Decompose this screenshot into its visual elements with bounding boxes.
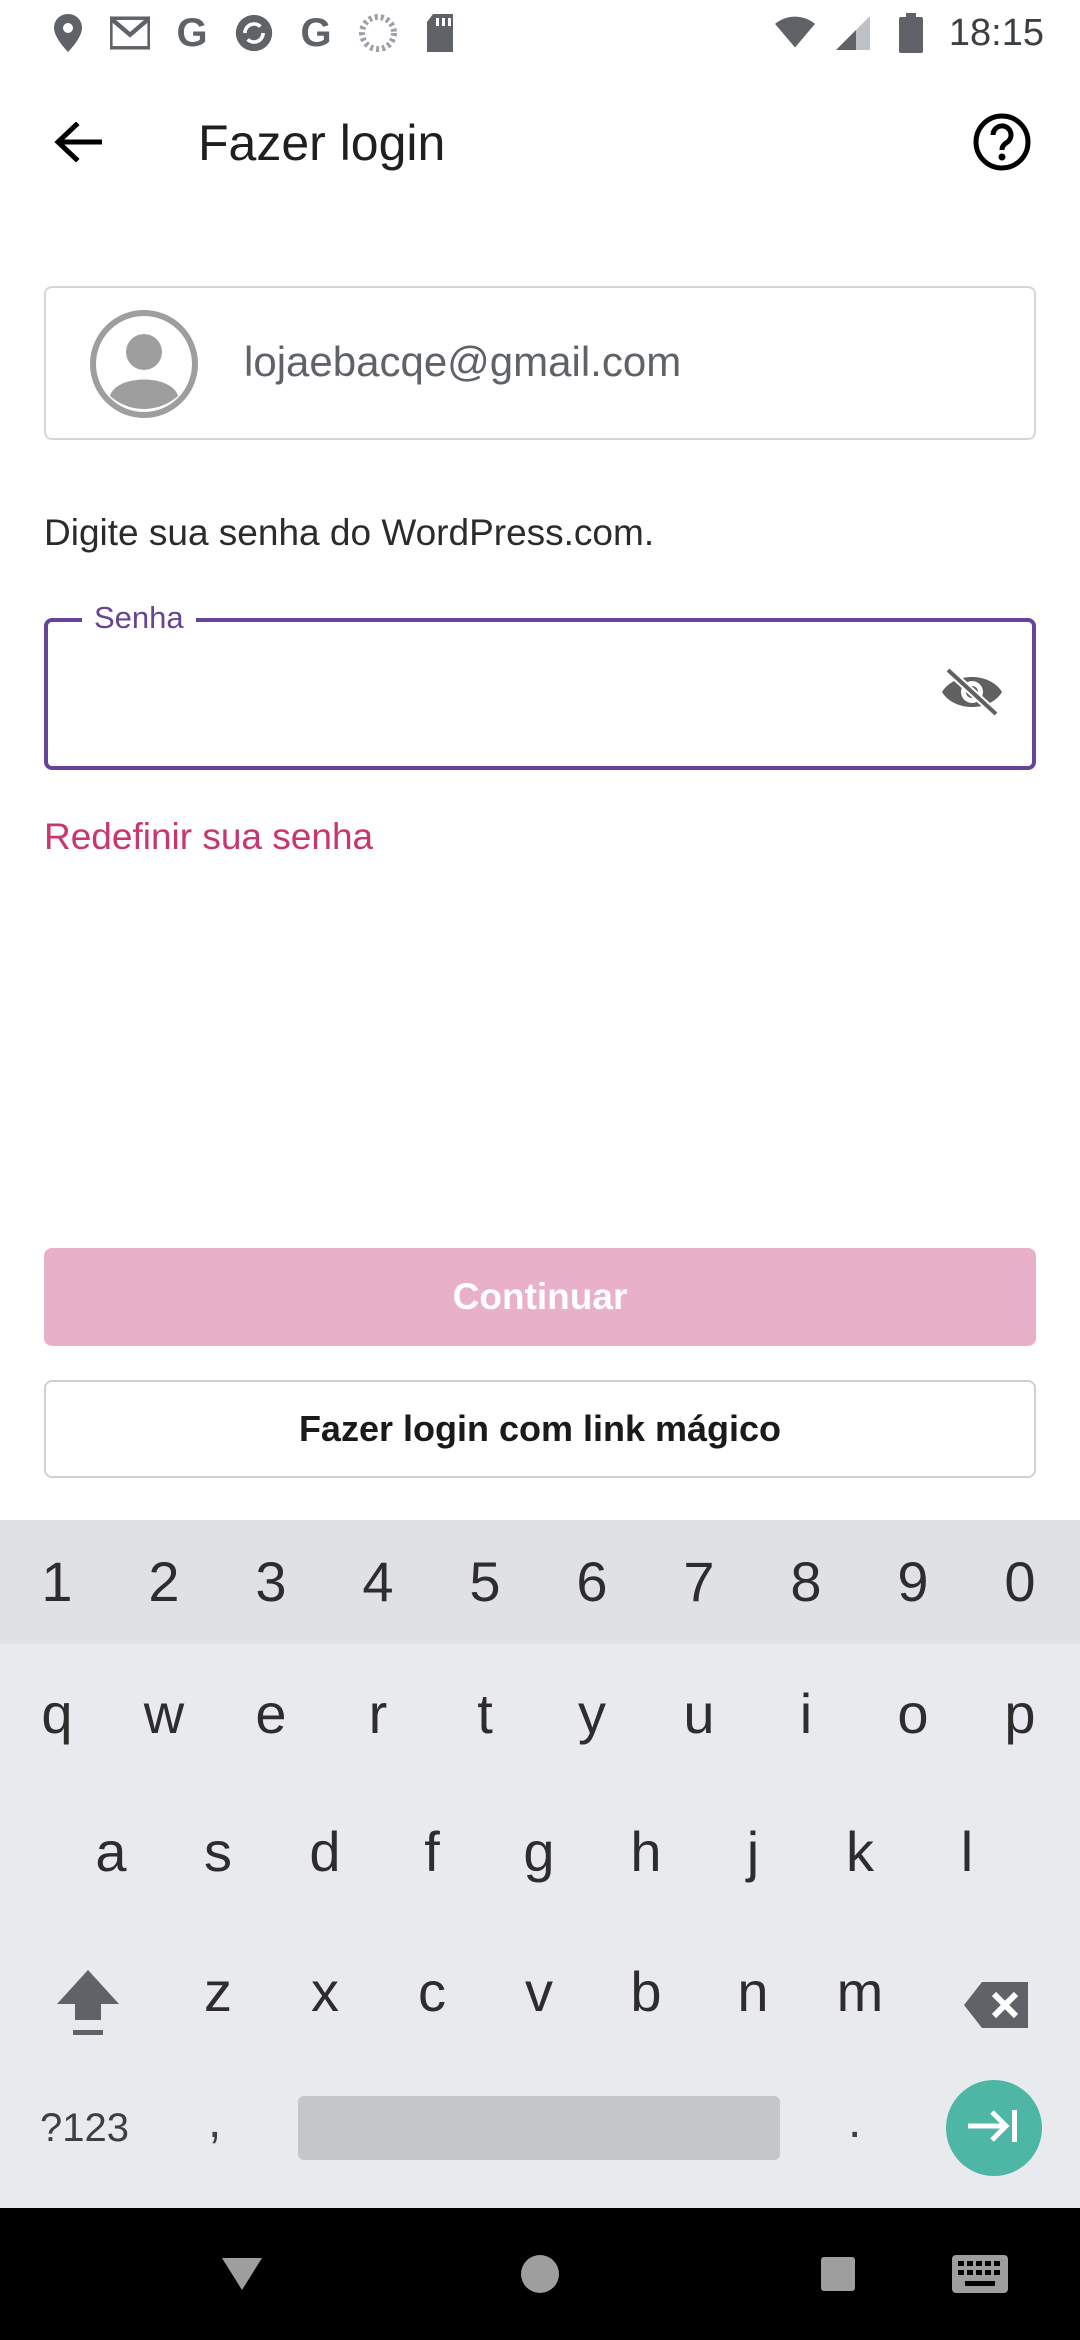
help-icon (973, 113, 1031, 176)
key-p[interactable]: p (975, 1664, 1065, 1764)
key-j[interactable]: j (708, 1802, 798, 1902)
toggle-password-visibility-button[interactable] (940, 666, 1004, 722)
key-s[interactable]: s (173, 1802, 263, 1902)
key-w[interactable]: w (119, 1664, 209, 1764)
shift-icon (55, 1968, 121, 2043)
key-m[interactable]: m (815, 1942, 905, 2042)
comma-key[interactable]: , (208, 2090, 221, 2154)
symbols-key[interactable]: ?123 (40, 2096, 129, 2160)
key-y[interactable]: y (547, 1664, 637, 1764)
key-f[interactable]: f (387, 1802, 477, 1902)
key-h[interactable]: h (601, 1802, 691, 1902)
battery-icon (891, 13, 931, 53)
key-2[interactable]: 2 (119, 1532, 209, 1632)
google-icon: G (300, 11, 332, 55)
app-bar: Fazer login (0, 78, 1080, 208)
nav-back-icon (220, 2256, 264, 2297)
back-button[interactable] (40, 106, 116, 182)
key-x[interactable]: x (280, 1942, 370, 2042)
key-r[interactable]: r (333, 1664, 423, 1764)
password-label: Senha (82, 600, 196, 636)
google-icon: G (176, 11, 208, 55)
cell-signal-icon (833, 13, 873, 53)
key-d[interactable]: d (280, 1802, 370, 1902)
keyboard-switch-button[interactable] (950, 2246, 1010, 2306)
reset-password-link[interactable]: Redefinir sua senha (44, 816, 373, 858)
page-title: Fazer login (198, 115, 446, 171)
help-button[interactable] (964, 106, 1040, 182)
gmail-icon (110, 13, 150, 53)
shift-key[interactable] (48, 1960, 128, 2050)
key-k[interactable]: k (815, 1802, 905, 1902)
tab-enter-icon (966, 2106, 1022, 2151)
key-3[interactable]: 3 (226, 1532, 316, 1632)
period-key[interactable]: . (848, 2090, 861, 2154)
location-icon (48, 13, 88, 53)
key-b[interactable]: b (601, 1942, 691, 2042)
key-e[interactable]: e (226, 1664, 316, 1764)
nav-home-icon (520, 2254, 560, 2299)
key-g[interactable]: g (494, 1802, 584, 1902)
loading-icon (358, 13, 398, 53)
keyboard-number-row: 1 2 3 4 5 6 7 8 9 0 (0, 1520, 1080, 1644)
status-time: 18:15 (948, 11, 1044, 54)
password-instructions: Digite sua senha do WordPress.com. (44, 512, 655, 553)
nav-back-button[interactable] (212, 2246, 272, 2306)
password-field[interactable]: Senha (44, 600, 1036, 770)
eye-off-icon (940, 666, 1004, 723)
nav-home-button[interactable] (510, 2246, 570, 2306)
arrow-back-icon (54, 120, 103, 167)
key-u[interactable]: u (654, 1664, 744, 1764)
status-left-icons: G G (48, 13, 460, 53)
continue-button[interactable]: Continuar (44, 1248, 1036, 1346)
wifi-icon (774, 13, 815, 53)
key-z[interactable]: z (173, 1942, 263, 2042)
space-key[interactable] (298, 2096, 780, 2160)
key-v[interactable]: v (494, 1942, 584, 2042)
magic-link-button[interactable]: Fazer login com link mágico (44, 1380, 1036, 1478)
key-l[interactable]: l (922, 1802, 1012, 1902)
key-c[interactable]: c (387, 1942, 477, 2042)
key-1[interactable]: 1 (12, 1532, 102, 1632)
key-q[interactable]: q (12, 1664, 102, 1764)
key-t[interactable]: t (440, 1664, 530, 1764)
keyboard: 1 2 3 4 5 6 7 8 9 0 q w e r t y u i o p … (0, 1520, 1080, 2208)
key-7[interactable]: 7 (654, 1532, 744, 1632)
key-4[interactable]: 4 (333, 1532, 423, 1632)
navigation-bar (0, 2208, 1080, 2340)
status-right-icons: 18:15 (774, 11, 1044, 55)
account-card: lojaebacqe@gmail.com (44, 286, 1036, 440)
key-9[interactable]: 9 (868, 1532, 958, 1632)
key-i[interactable]: i (761, 1664, 851, 1764)
key-8[interactable]: 8 (761, 1532, 851, 1632)
key-n[interactable]: n (708, 1942, 798, 2042)
status-bar: G G 18:15 (0, 0, 1080, 66)
key-5[interactable]: 5 (440, 1532, 530, 1632)
sync-icon (234, 13, 274, 53)
avatar-icon (88, 308, 200, 420)
key-a[interactable]: a (66, 1802, 156, 1902)
key-o[interactable]: o (868, 1664, 958, 1764)
enter-key[interactable] (946, 2080, 1042, 2176)
nav-recents-button[interactable] (808, 2246, 868, 2306)
sd-card-icon (420, 13, 460, 53)
key-6[interactable]: 6 (547, 1532, 637, 1632)
backspace-key[interactable] (956, 1972, 1036, 2042)
keyboard-switch-icon (951, 2254, 1009, 2299)
key-0[interactable]: 0 (975, 1532, 1065, 1632)
account-email: lojaebacqe@gmail.com (244, 338, 682, 385)
nav-recents-icon (820, 2256, 856, 2297)
backspace-icon (962, 1980, 1030, 2035)
